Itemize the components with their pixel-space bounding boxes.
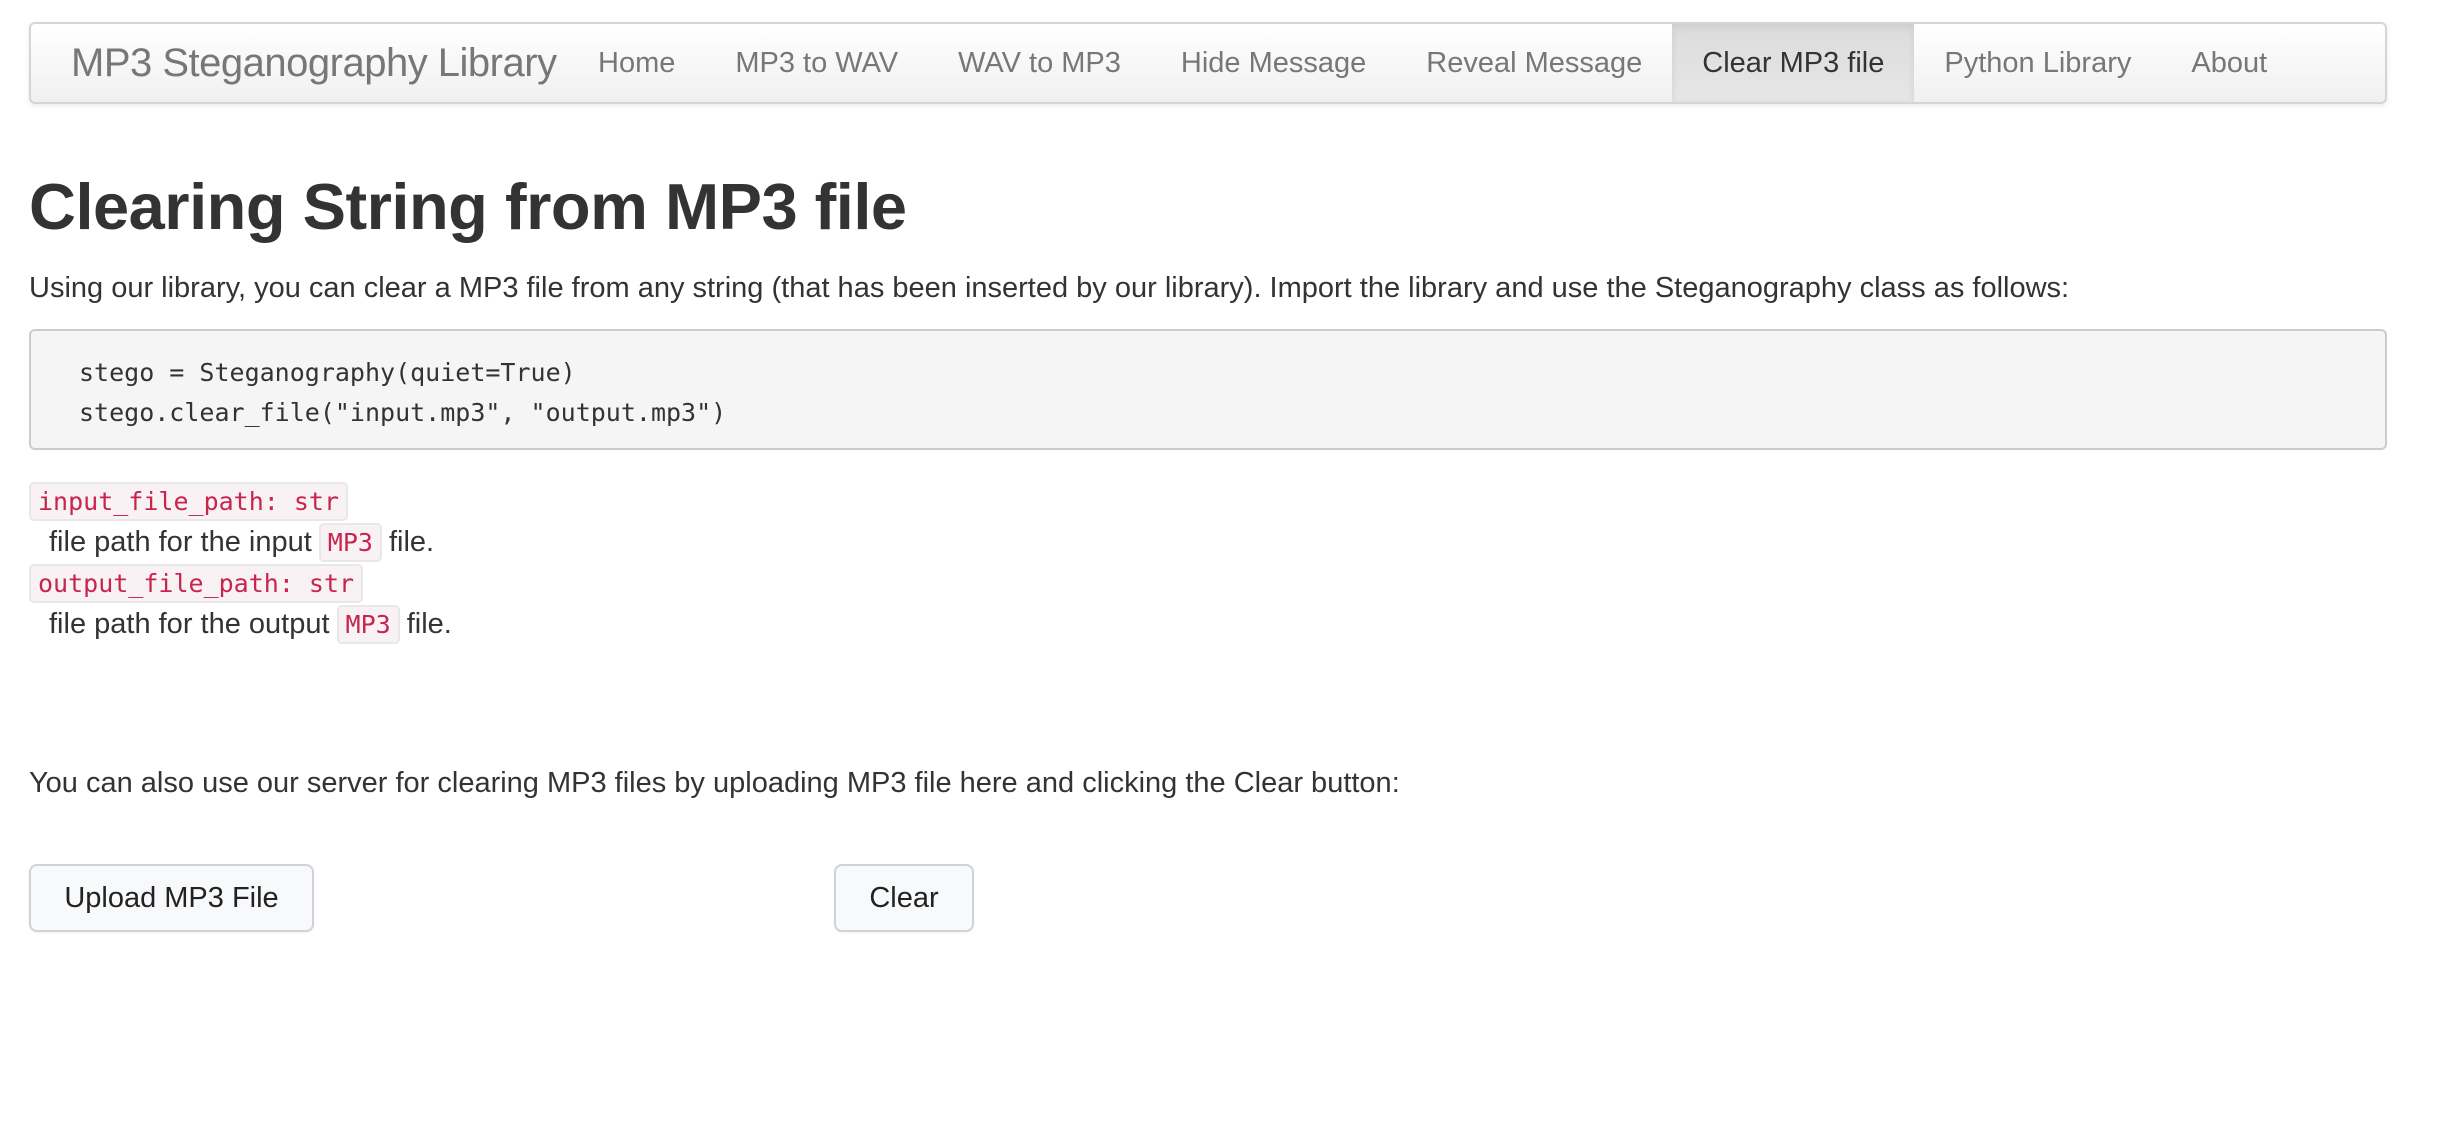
- param-desc-code: MP3: [318, 523, 382, 562]
- param-name-input-file-path: input_file_path: str: [29, 482, 349, 521]
- code-line: stego = Steganography(quiet=True): [79, 358, 576, 387]
- param-description: file path for the output MP3 file.: [29, 604, 452, 645]
- param-desc-text-end: file.: [388, 526, 435, 558]
- code-block: stego = Steganography(quiet=True) stego.c…: [29, 329, 2387, 450]
- nav-item-hide-message[interactable]: Hide Message: [1151, 24, 1396, 102]
- nav-list: Home MP3 to WAV WAV to MP3 Hide Message …: [568, 24, 2297, 102]
- nav-item-home[interactable]: Home: [568, 24, 705, 102]
- param-description: file path for the input MP3 file.: [29, 522, 452, 563]
- param-desc-code: MP3: [336, 605, 400, 644]
- param-desc-text-end: file.: [406, 608, 452, 640]
- param-desc-text: file path for the output: [49, 608, 330, 640]
- param-name-output-file-path: output_file_path: str: [29, 564, 364, 603]
- param-name-row: input_file_path: str: [29, 481, 452, 522]
- param-name-row: output_file_path: str: [29, 563, 452, 604]
- brand-link[interactable]: MP3 Steganography Library: [31, 24, 568, 102]
- clear-button[interactable]: Clear: [834, 864, 974, 932]
- code-line: stego.clear_file("input.mp3", "output.mp…: [79, 398, 727, 427]
- nav-item-mp3-to-wav[interactable]: MP3 to WAV: [705, 24, 928, 102]
- page: MP3 Steganography Library Home MP3 to WA…: [0, 0, 2444, 1142]
- parameter-list: input_file_path: str file path for the i…: [29, 481, 452, 645]
- nav-item-reveal-message[interactable]: Reveal Message: [1396, 24, 1672, 102]
- page-title: Clearing String from MP3 file: [29, 170, 907, 243]
- upload-mp3-button[interactable]: Upload MP3 File: [29, 864, 314, 932]
- intro-text: Using our library, you can clear a MP3 f…: [29, 272, 2070, 304]
- nav-item-clear-mp3-file[interactable]: Clear MP3 file: [1672, 24, 1915, 102]
- param-desc-text: file path for the input: [49, 526, 312, 558]
- nav-item-python-library[interactable]: Python Library: [1914, 24, 2161, 102]
- server-usage-text: You can also use our server for clearing…: [29, 767, 1400, 799]
- nav-item-about[interactable]: About: [2161, 24, 2297, 102]
- nav-item-wav-to-mp3[interactable]: WAV to MP3: [928, 24, 1151, 102]
- top-navbar: MP3 Steganography Library Home MP3 to WA…: [29, 22, 2387, 104]
